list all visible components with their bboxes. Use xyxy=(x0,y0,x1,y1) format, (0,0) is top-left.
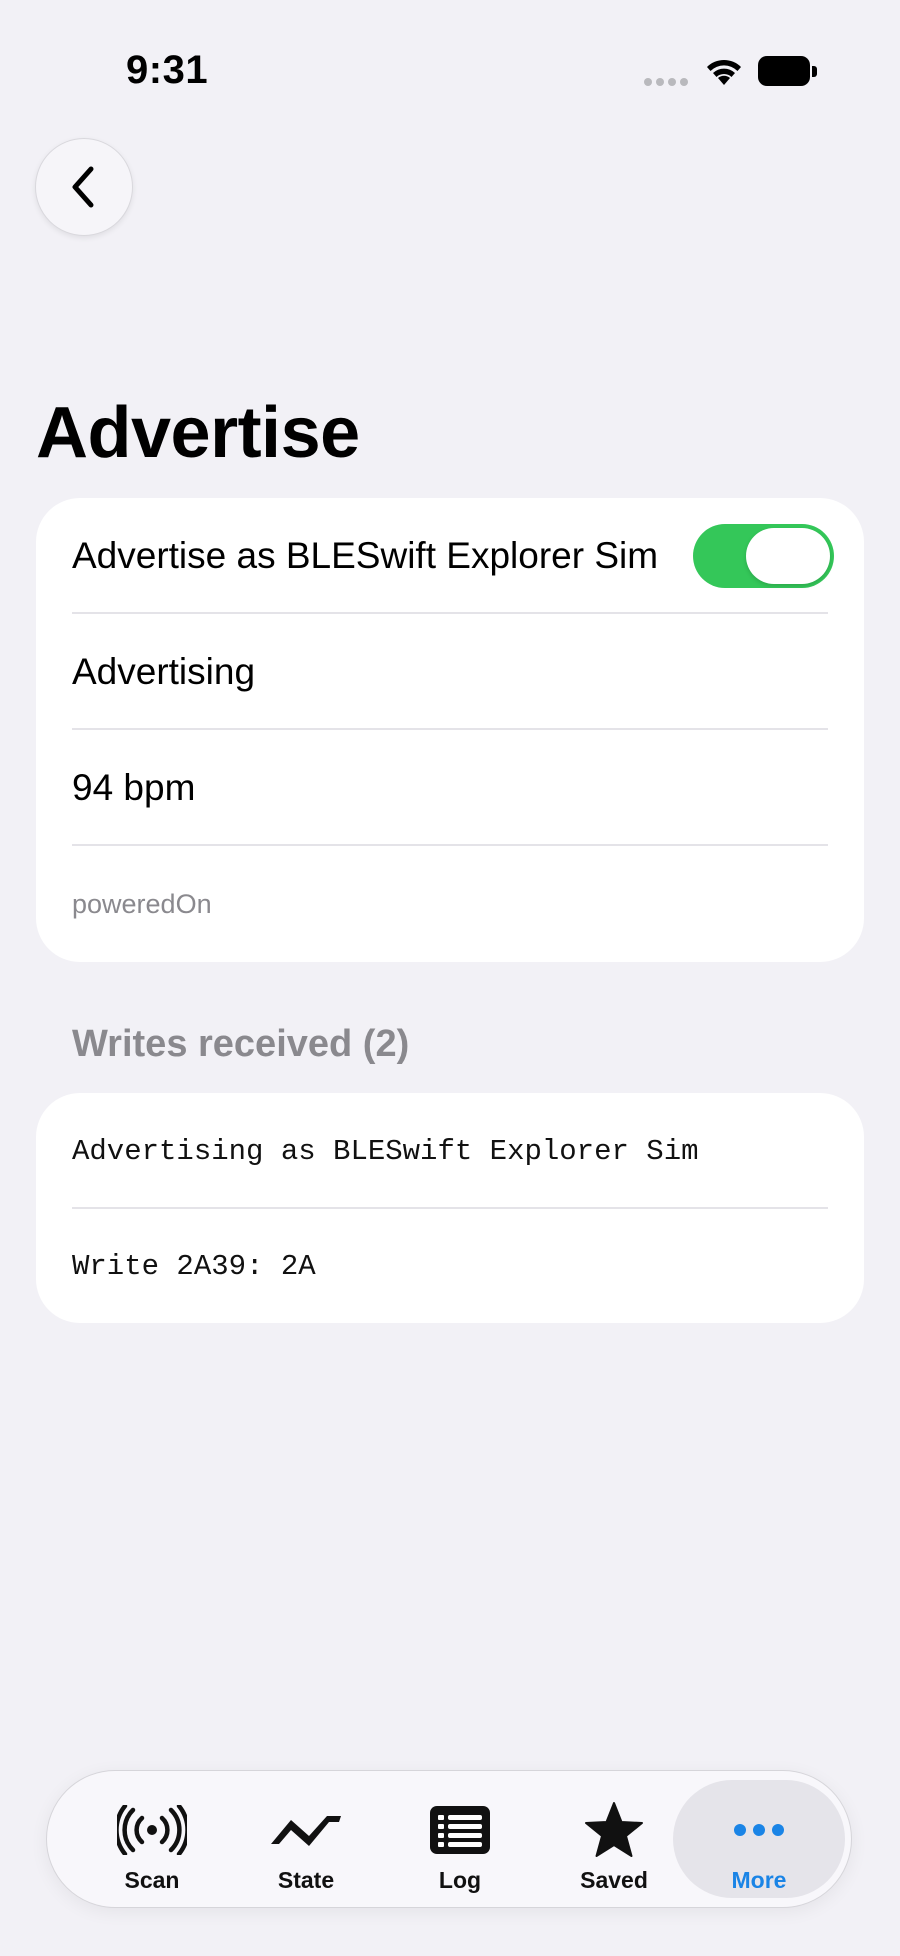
waveform-icon xyxy=(271,1816,341,1846)
heart-rate-row: 94 bpm xyxy=(72,730,828,846)
writes-received-card: Advertising as BLESwift Explorer Sim Wri… xyxy=(36,1093,864,1323)
tab-label: More xyxy=(731,1867,787,1893)
back-button[interactable] xyxy=(35,138,133,236)
advertising-status-row: Advertising xyxy=(72,614,828,730)
status-time: 9:31 xyxy=(126,48,209,92)
page-title: Advertise xyxy=(36,393,360,473)
heart-rate-value: 94 bpm xyxy=(72,767,196,808)
bluetooth-state: poweredOn xyxy=(72,888,212,919)
writes-section-header: Writes received (2) xyxy=(72,1023,410,1065)
star-icon xyxy=(585,1802,643,1857)
write-entry: Advertising as BLESwift Explorer Sim xyxy=(72,1134,699,1168)
advertise-toggle[interactable] xyxy=(693,524,834,588)
tab-label: State xyxy=(277,1867,335,1893)
tab-scan[interactable]: Scan xyxy=(77,1771,227,1907)
toggle-knob xyxy=(746,528,830,584)
advertise-settings-card: Advertise as BLESwift Explorer Sim Adver… xyxy=(36,498,864,962)
tab-state[interactable]: State xyxy=(231,1771,381,1907)
broadcast-icon xyxy=(117,1805,187,1855)
tab-label: Saved xyxy=(580,1867,648,1893)
tab-bar: Scan State Log Saved More xyxy=(46,1770,852,1908)
advertising-status: Advertising xyxy=(72,651,256,692)
advertise-toggle-label: Advertise as BLESwift Explorer Sim xyxy=(72,535,659,576)
list-item: Write 2A39: 2A xyxy=(72,1209,828,1323)
write-entry: Write 2A39: 2A xyxy=(72,1249,316,1283)
chevron-left-icon xyxy=(72,166,94,208)
tab-label: Scan xyxy=(124,1867,180,1893)
ellipsis-icon xyxy=(734,1824,784,1836)
battery-icon xyxy=(758,56,817,88)
bluetooth-state-row: poweredOn xyxy=(72,846,828,962)
wifi-icon xyxy=(707,59,741,85)
cellular-signal-icon xyxy=(644,78,688,86)
tab-saved[interactable]: Saved xyxy=(539,1771,689,1907)
tab-label: Log xyxy=(438,1867,482,1893)
status-indicators xyxy=(640,50,820,96)
tab-more[interactable]: More xyxy=(673,1780,845,1898)
list-item: Advertising as BLESwift Explorer Sim xyxy=(72,1093,828,1209)
tab-log[interactable]: Log xyxy=(385,1771,535,1907)
list-icon xyxy=(430,1806,490,1854)
